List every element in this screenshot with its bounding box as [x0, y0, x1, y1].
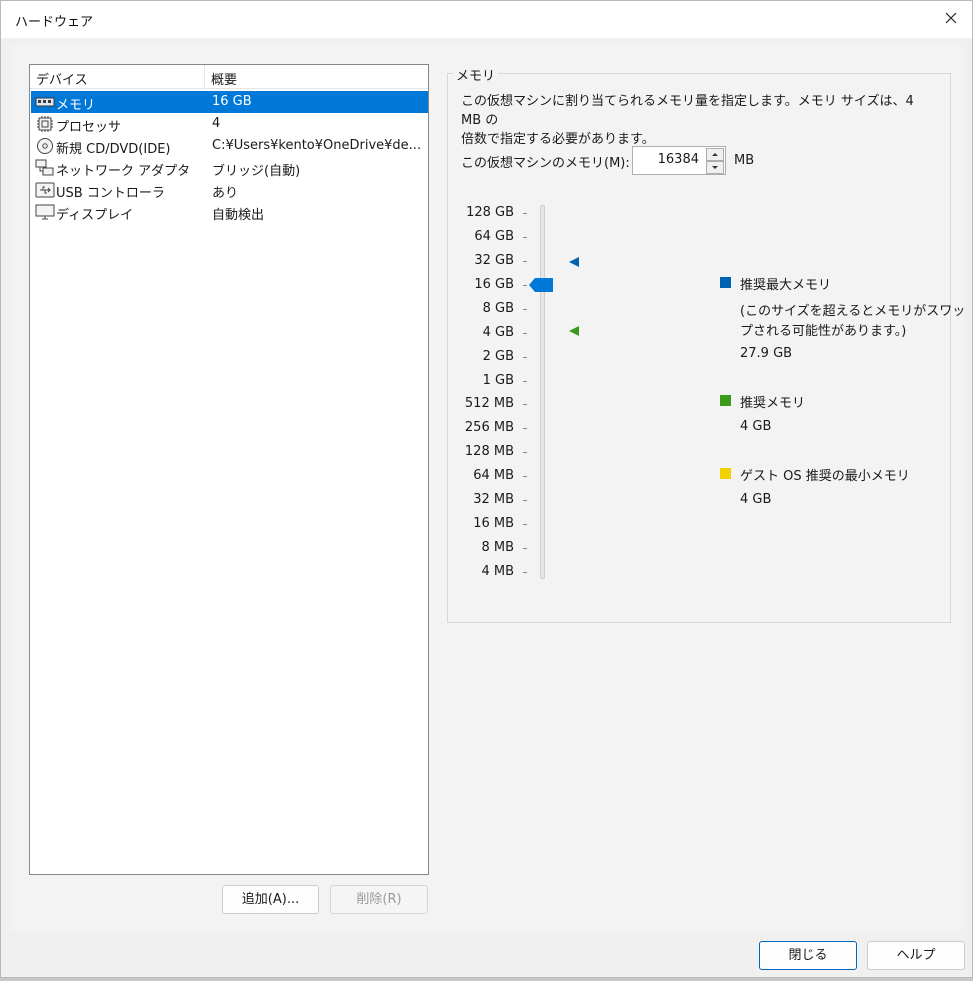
device-name: ネットワーク アダプタ [56, 164, 191, 179]
arrow-down-icon [712, 166, 718, 169]
tick-mark [523, 309, 527, 310]
scale-label: 16 MB [473, 516, 514, 531]
memory-unit: MB [734, 153, 755, 168]
network-adapter-icon [35, 159, 55, 177]
memory-spinbox[interactable]: 16384 [632, 146, 726, 175]
memory-group-label: メモリ [453, 65, 499, 84]
close-button[interactable]: 閉じる [759, 941, 857, 970]
note-line: プされる可能性があります。) [740, 324, 907, 339]
max-recommended-marker [568, 256, 580, 268]
tick-mark [523, 452, 527, 453]
tick-mark [523, 428, 527, 429]
device-list[interactable]: デバイス 概要 メモリ 16 GB プロセッサ 4 新規 CD/DVD(IDE)… [29, 64, 429, 875]
help-button[interactable]: ヘルプ [867, 941, 965, 970]
title-bar: ハードウェア [1, 1, 972, 38]
device-row-usb-controller[interactable]: USB コントローラ あり [31, 179, 428, 201]
window-title: ハードウェア [15, 15, 94, 30]
spin-down-button[interactable] [706, 161, 724, 174]
memory-icon [35, 93, 55, 111]
max-memory-title: 推奨最大メモリ [740, 278, 832, 293]
device-summary: 16 GB [212, 94, 252, 109]
scale-label: 512 MB [464, 396, 514, 411]
scale-label: 128 MB [464, 444, 514, 459]
tick-mark [523, 381, 527, 382]
scale-label: 32 GB [474, 253, 514, 268]
arrow-up-icon [712, 153, 718, 156]
guest-min-memory-swatch [720, 468, 731, 479]
recommended-memory-value: 4 GB [740, 419, 772, 434]
memory-field-label: この仮想マシンのメモリ(M): [461, 156, 630, 171]
tick-mark [523, 333, 527, 334]
list-header: デバイス 概要 [30, 65, 428, 89]
column-header-summary[interactable]: 概要 [211, 69, 237, 88]
device-summary: ブリッジ(自動) [212, 164, 301, 179]
tick-mark [523, 261, 527, 262]
device-name: メモリ [56, 98, 96, 113]
remove-device-button[interactable]: 削除(R) [330, 885, 428, 914]
recommended-memory-title: 推奨メモリ [740, 396, 806, 411]
device-row-memory[interactable]: メモリ 16 GB [31, 91, 428, 113]
usb-icon [35, 181, 55, 199]
column-header-device[interactable]: デバイス [36, 69, 88, 88]
max-memory-value: 27.9 GB [740, 346, 793, 361]
memory-slider-track[interactable] [540, 205, 545, 579]
scale-label: 8 MB [481, 540, 514, 555]
device-name: 新規 CD/DVD(IDE) [56, 142, 171, 157]
note-line: (このサイズを超えるとメモリがスワッ [740, 304, 966, 319]
display-icon [35, 203, 55, 221]
spin-up-button[interactable] [706, 148, 724, 161]
tick-mark [523, 572, 527, 573]
tick-mark [523, 524, 527, 525]
memory-value[interactable]: 16384 [658, 152, 699, 167]
device-name: ディスプレイ [56, 208, 134, 223]
close-icon [945, 12, 957, 24]
tick-mark [523, 500, 527, 501]
tick-mark [523, 237, 527, 238]
tick-mark [523, 213, 527, 214]
column-separator[interactable] [204, 65, 205, 89]
description-line: この仮想マシンに割り当てられるメモリ量を指定します。メモリ サイズは、4 MB … [461, 94, 914, 128]
add-device-button[interactable]: 追加(A)... [222, 885, 319, 914]
device-summary: 4 [212, 116, 221, 131]
scale-label: 2 GB [482, 349, 514, 364]
max-memory-note: (このサイズを超えるとメモリがスワッ プされる可能性があります。) [740, 302, 965, 342]
memory-slider-thumb[interactable] [529, 278, 553, 292]
device-name: プロセッサ [56, 120, 122, 135]
close-window-button[interactable] [938, 7, 964, 31]
device-summary: C:¥Users¥kento¥OneDrive¥de... [212, 138, 422, 153]
scale-label: 16 GB [474, 277, 514, 292]
tick-mark [523, 476, 527, 477]
guest-min-memory-title: ゲスト OS 推奨の最小メモリ [740, 469, 910, 484]
scale-label: 128 GB [466, 205, 514, 220]
device-summary: 自動検出 [212, 208, 265, 223]
cd-dvd-icon [35, 137, 55, 155]
device-row-cd-dvd[interactable]: 新規 CD/DVD(IDE) C:¥Users¥kento¥OneDrive¥d… [31, 135, 428, 157]
scale-label: 32 MB [473, 492, 514, 507]
scale-label: 256 MB [464, 420, 514, 435]
tick-mark [523, 548, 527, 549]
recommended-marker [568, 325, 580, 337]
device-summary: あり [212, 186, 239, 201]
memory-description: この仮想マシンに割り当てられるメモリ量を指定します。メモリ サイズは、4 MB … [461, 92, 931, 149]
scale-label: 64 GB [474, 229, 514, 244]
hardware-dialog: ハードウェア デバイス 概要 メモリ 16 GB プロセッサ 4 新規 CD/D… [0, 0, 973, 978]
device-name: USB コントローラ [56, 186, 165, 201]
tick-mark [523, 285, 527, 286]
max-memory-swatch [720, 277, 731, 288]
scale-label: 8 GB [482, 301, 514, 316]
scale-label: 64 MB [473, 468, 514, 483]
scale-label: 4 MB [481, 564, 514, 579]
guest-min-memory-value: 4 GB [740, 492, 772, 507]
device-row-processor[interactable]: プロセッサ 4 [31, 113, 428, 135]
device-row-display[interactable]: ディスプレイ 自動検出 [31, 201, 428, 223]
tick-mark [523, 404, 527, 405]
recommended-memory-swatch [720, 395, 731, 406]
device-row-network-adapter[interactable]: ネットワーク アダプタ ブリッジ(自動) [31, 157, 428, 179]
scale-label: 1 GB [482, 373, 514, 388]
scale-label: 4 GB [482, 325, 514, 340]
processor-icon [35, 115, 55, 133]
tick-mark [523, 357, 527, 358]
